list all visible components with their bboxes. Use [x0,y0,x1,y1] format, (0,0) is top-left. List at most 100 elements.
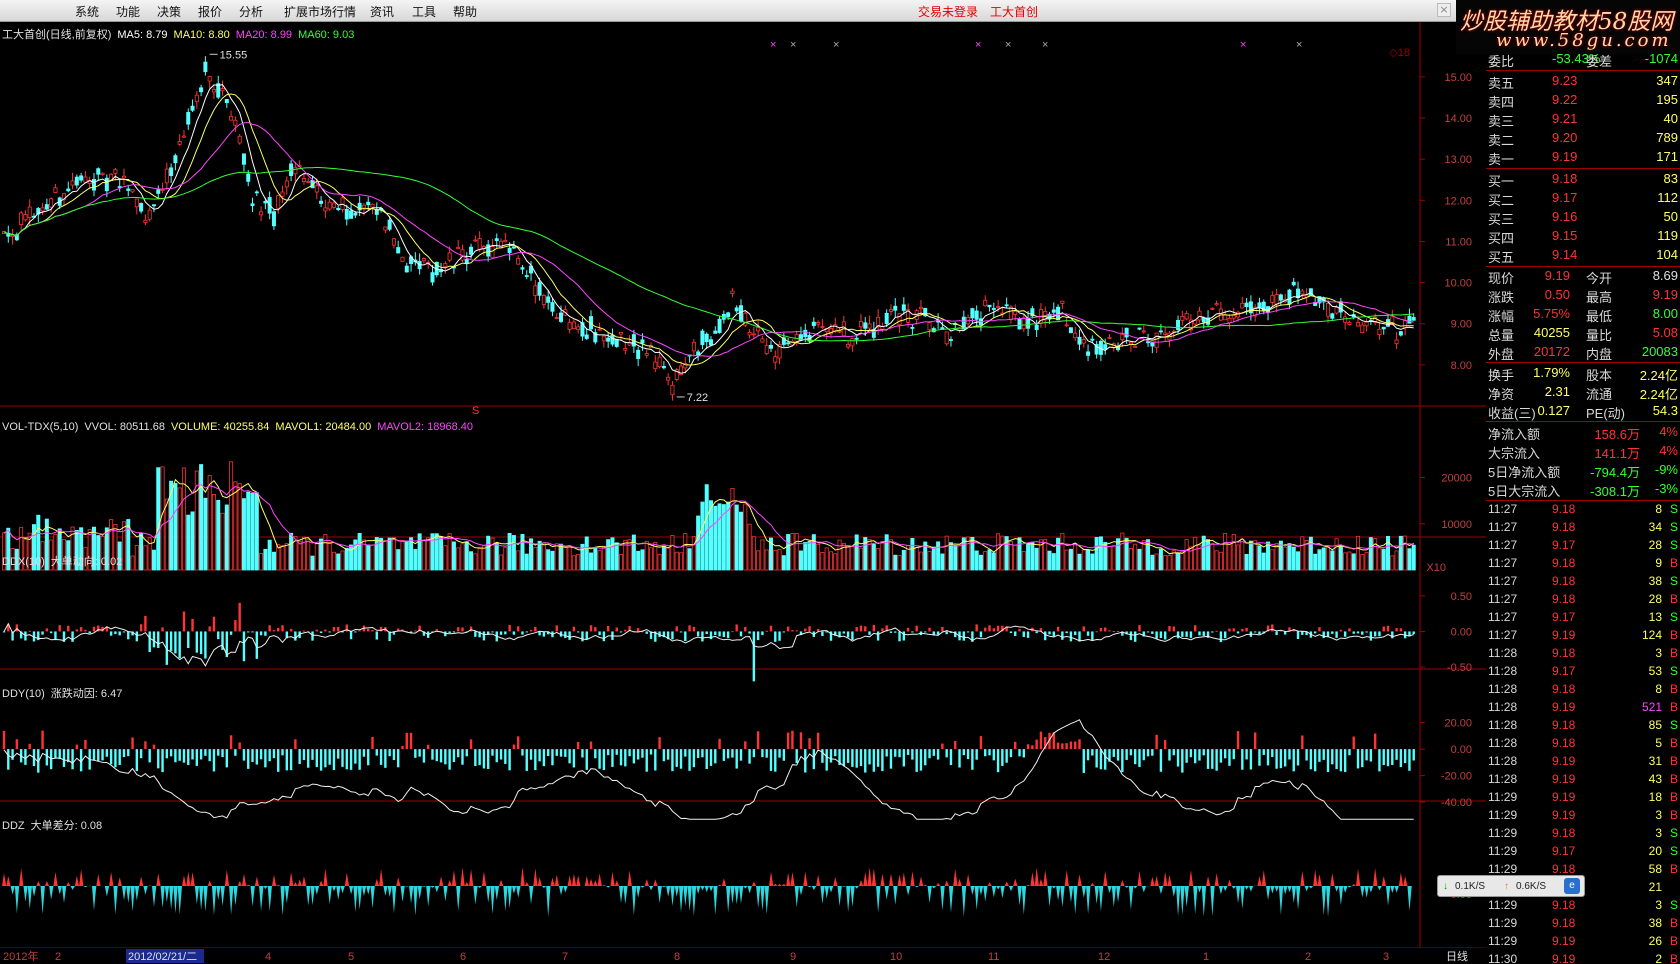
ddz-area [953,868,958,886]
menu-news[interactable]: 资讯 [370,3,394,20]
candle-body [837,330,842,333]
ddx-bar [337,626,340,632]
ddy-bar [7,749,10,770]
quote-separator [1486,500,1680,501]
ddx-bar [534,626,537,632]
ddy-bar [834,749,837,757]
candle-body [254,191,259,194]
chart-area[interactable]: 15.557.22S◇18× × × × × × × × 15.0014.0013.0012.… [0,22,1486,964]
ddz-area [499,879,504,886]
ddy-bar [1091,749,1094,756]
ddy-bar [1022,749,1025,758]
volume-bar [563,546,568,571]
volume-bar [773,549,778,571]
ddx-bar [41,631,44,635]
ddy-bar [259,749,263,760]
ddz-area [691,886,697,916]
ddy-bar [666,749,670,760]
ddy-bar [1074,741,1077,750]
ddx-bar [1138,625,1141,632]
volume-bar [323,534,328,571]
menu-analysis[interactable]: 分析 [239,3,263,20]
ddz-area [927,886,932,904]
ddy-ytick-label: -20.00 [1441,771,1472,783]
ddx-line [3,622,1414,667]
menu-tools[interactable]: 工具 [412,3,436,20]
ddz-area [19,868,24,886]
tick-row: 11:29 9.19 26 B [1486,934,1680,952]
ddy-bar [632,749,636,764]
ddy-bar [1361,749,1364,768]
stat-label: 外盘 [1488,347,1515,362]
ddz-area [597,873,602,886]
volume-bar [1261,552,1266,571]
volume-bar [760,539,765,571]
menu-function[interactable]: 功能 [116,3,140,20]
ddy-bar [718,738,721,750]
ddx-bar [1176,631,1180,639]
ddz-area [319,880,324,886]
ddy-bar [349,749,353,770]
ddz-area [379,868,384,886]
volume-bar [1236,544,1241,571]
ddy-bar [1163,739,1167,750]
candle-body [576,326,581,330]
ddy-bar [1382,749,1385,766]
quote-separator [1486,168,1680,169]
volume-bar [546,549,551,571]
menu-help[interactable]: 帮助 [453,3,477,20]
flow-row: 大宗流入 141.1万 4% [1486,443,1680,461]
flow-value: -794.4万 [1590,465,1640,480]
candle-body [1407,315,1412,324]
login-status[interactable]: 交易未登录 [918,3,978,20]
menu-system[interactable]: 系统 [75,3,99,20]
kline-title-bar: 工大首创(日线,前复权) MA5: 8.79 MA10: 8.80 MA20: 8.9… [2,26,360,42]
ddz-area [1381,876,1387,886]
volume-bar [220,512,225,571]
ddy-bar [555,749,558,756]
ddy-bar [362,749,366,757]
ddy-bar [217,749,220,756]
menu-ext-market[interactable]: 扩展市场行情 [284,3,356,20]
ddy-bar [1202,749,1205,756]
ddz-area [400,886,405,902]
candle-body [756,327,761,332]
candle-body [1008,306,1013,320]
ddy-bar [722,749,726,761]
ddy-bar [885,749,888,757]
volume-bar [357,532,362,571]
tick-price: 9.18 [1552,862,1576,876]
ddx-bar [714,631,717,635]
tick-price: 9.19 [1552,952,1576,964]
volume-bar [1244,554,1249,571]
volume-bar [1094,537,1099,571]
menu-decision[interactable]: 决策 [157,3,181,20]
candle-body [709,339,714,346]
candle-body [738,305,743,322]
volume-bar [666,547,671,571]
info-row: 换手 1.79% 股本 2.24亿 [1486,365,1680,383]
tick-time: 11:29 [1488,898,1518,912]
stat-label: 内盘 [1586,347,1613,362]
ddy-bar [825,749,828,771]
volume-bar [657,553,662,571]
ddz-area [657,886,662,903]
close-icon[interactable]: × [1437,3,1451,17]
ddy-bar [337,749,340,759]
volume-bar [507,533,512,571]
ddx-bar [1365,631,1368,633]
tick-row: 11:27 9.18 38 S [1486,574,1680,592]
ddy-bar [546,749,550,757]
ddx-bar [1022,631,1025,637]
ddy-bar [585,749,588,770]
candle-body [53,187,58,193]
volume-bar [803,542,808,571]
menu-quote[interactable]: 报价 [198,3,222,20]
ddz-area [854,886,859,889]
stat-row: 涨跌 0.50 最高 9.19 [1486,287,1680,305]
tick-time: 11:28 [1488,682,1518,696]
volume-bar [978,554,983,571]
ddy-bar [812,749,816,770]
ddy-bar [731,749,734,758]
ddz-area [768,871,774,886]
